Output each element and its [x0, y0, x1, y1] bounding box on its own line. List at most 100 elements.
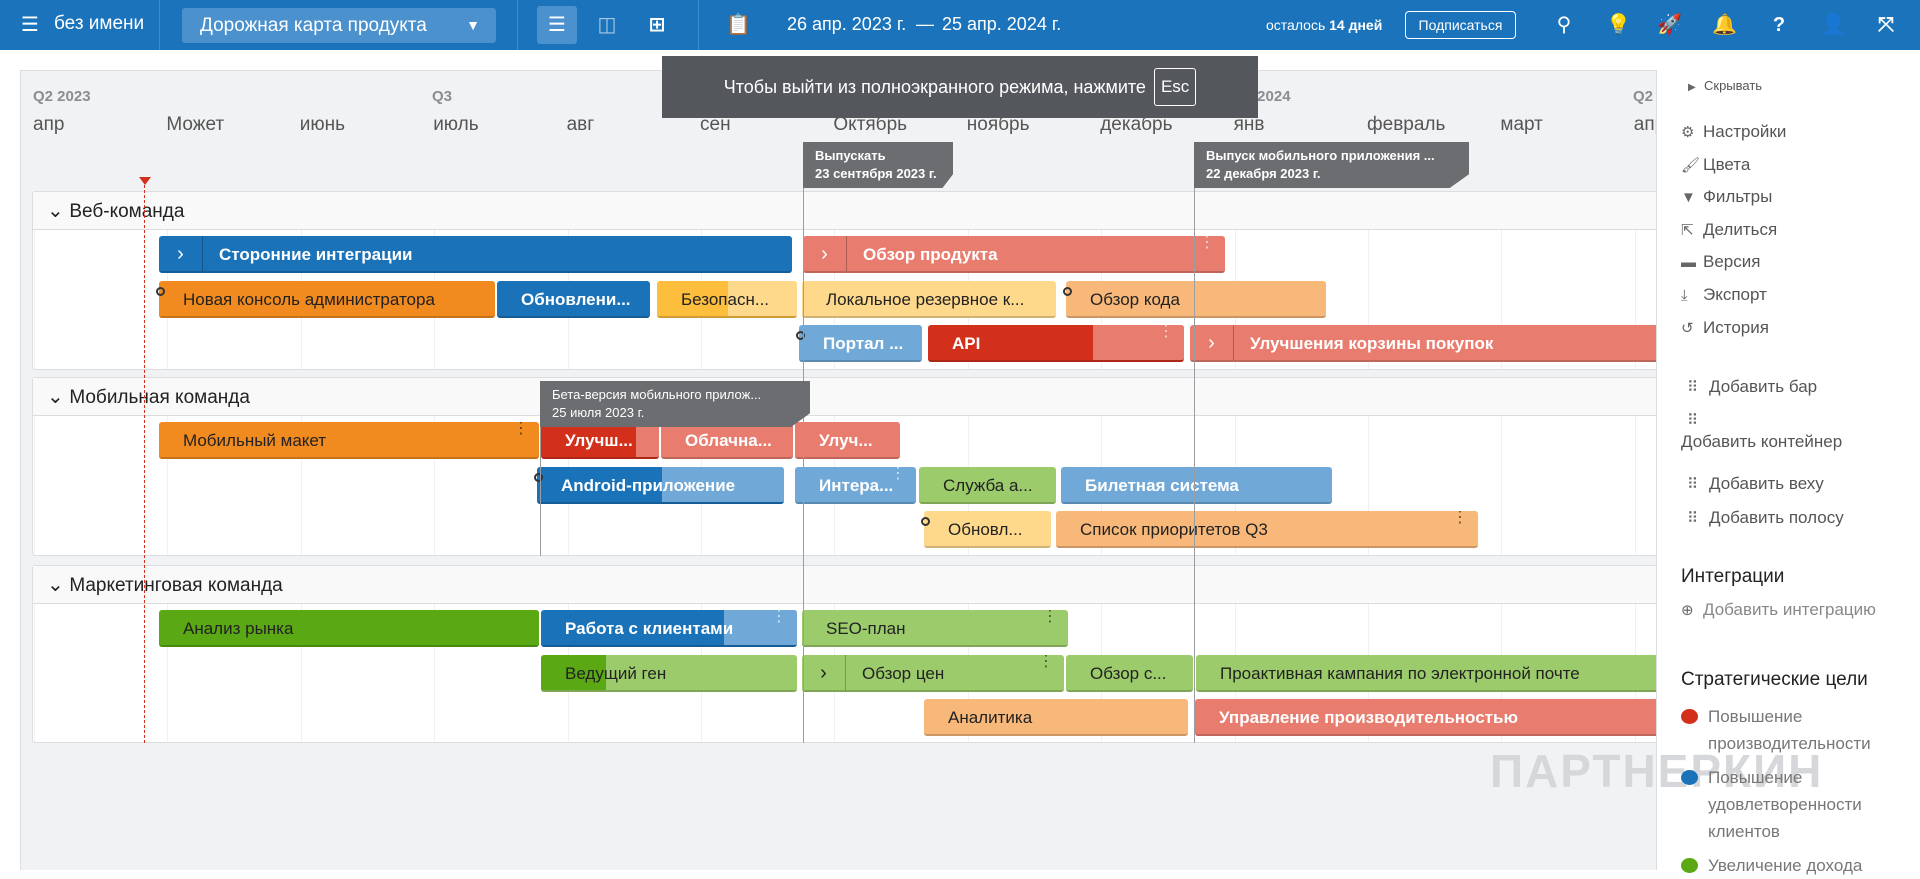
drag-handle-icon[interactable]: ⋮	[1158, 325, 1174, 340]
sidebar-item-share[interactable]: ⇱ Делиться	[1681, 220, 1777, 240]
group-header[interactable]: ⌄ Мобильная команда	[33, 378, 1656, 416]
trial-remaining: осталось 14 дней	[1266, 17, 1383, 33]
roadmap-bar[interactable]: Обзор с...	[1066, 655, 1193, 692]
add-item-label: Добавить контейнер	[1681, 432, 1843, 451]
dependency-handle-icon[interactable]	[1063, 287, 1072, 296]
strategic-goal[interactable]: Увеличение дохода	[1681, 852, 1911, 879]
sidebar-item-brush[interactable]: 🖌 Цвета	[1681, 155, 1750, 175]
sidebar-item-download[interactable]: ⤓ Экспорт	[1681, 285, 1767, 305]
drag-handle-icon[interactable]: ⋮	[1452, 511, 1468, 526]
add-item-draggable[interactable]: ⠿ Добавить контейнер	[1681, 410, 1842, 452]
goal-color-dot	[1681, 709, 1698, 724]
add-item-draggable[interactable]: ⠿ Добавить веху	[1681, 474, 1824, 494]
roadmap-bar[interactable]: SEO-план ⋮	[802, 610, 1068, 647]
bar-label: Android-приложение	[561, 476, 736, 495]
add-integration-button[interactable]: ⊕ Добавить интеграцию	[1681, 600, 1876, 620]
roadmap-bar[interactable]: Улуч...	[795, 422, 900, 459]
roadmap-bar[interactable]: Управление производительностью	[1195, 699, 1656, 736]
subscribe-button[interactable]: Подписаться	[1405, 11, 1516, 39]
roadmap-bar[interactable]: Облачна...	[661, 422, 793, 459]
bell-icon[interactable]: 🔔	[1712, 13, 1737, 37]
drag-handle-icon[interactable]: ⋮	[1199, 236, 1215, 251]
bar-label: API	[952, 334, 981, 353]
document-title[interactable]: без имени	[54, 13, 144, 35]
drag-handle-icon[interactable]: ⋮	[771, 610, 787, 625]
month-label: авг	[566, 114, 595, 135]
chevron-down-icon[interactable]: ⌄	[47, 200, 69, 222]
help-icon[interactable]: ?	[1767, 13, 1791, 37]
month-gridline	[34, 416, 35, 555]
add-item-draggable[interactable]: ⠿ Добавить бар	[1681, 377, 1817, 397]
drag-handle-icon[interactable]: ⋮	[513, 422, 529, 437]
milestone-date: 22 декабря 2023 г.	[1206, 166, 1321, 181]
bar-label: Обзор с...	[1090, 664, 1167, 683]
roadmap-bar[interactable]: › Обзор цен ⋮	[802, 655, 1064, 692]
hide-sidebar-button[interactable]: ▶ Скрывать	[1688, 78, 1762, 93]
roadmap-bar[interactable]: › Сторонние интеграции	[159, 236, 792, 273]
sidebar-item-gear[interactable]: ⚙ Настройки	[1681, 122, 1786, 142]
chevron-down-icon[interactable]: ⌄	[47, 574, 69, 596]
group-header[interactable]: ⌄ Веб-команда	[33, 192, 1656, 230]
milestone-flag[interactable]: Выпускать 23 сентября 2023 г.	[803, 142, 953, 188]
roadmap-bar[interactable]: Ведущий ген	[541, 655, 797, 692]
clipboard-icon[interactable]: 📋	[726, 13, 751, 37]
dependency-handle-icon[interactable]	[921, 517, 930, 526]
milestone-flag[interactable]: Бета-версия мобильного прилож... 25 июля …	[540, 381, 810, 427]
roadmap-bar[interactable]: Портал ...	[799, 325, 922, 362]
milestone-flag[interactable]: Выпуск мобильного приложения ... 22 декаб…	[1194, 142, 1469, 188]
menu-icon[interactable]: ☰	[18, 13, 42, 37]
roadmap-bar[interactable]: Улучш...	[541, 422, 659, 459]
sidebar-item-filter[interactable]: ▼ Фильтры	[1681, 187, 1772, 207]
roadmap-bar[interactable]: Локальное резервное к...	[802, 281, 1056, 318]
drag-handle-icon[interactable]: ⋮	[890, 467, 906, 482]
strategic-goal[interactable]: Повышение производительности	[1681, 703, 1911, 757]
dependency-handle-icon[interactable]	[156, 287, 165, 296]
roadmap-bar[interactable]: Аналитика	[924, 699, 1188, 736]
roadmap-bar[interactable]: Новая консоль администратора	[159, 281, 495, 318]
dependency-handle-icon[interactable]	[534, 473, 543, 482]
lightbulb-icon[interactable]: 💡	[1606, 13, 1631, 37]
month-gridline	[34, 604, 35, 742]
roadmap-bar[interactable]: Обзор кода	[1066, 281, 1326, 318]
view-select[interactable]: Дорожная карта продукта ▼	[182, 8, 496, 43]
sidebar-item-history[interactable]: ↺ История	[1681, 318, 1769, 338]
drag-handle-icon[interactable]: ⋮	[1038, 655, 1054, 670]
group-header[interactable]: ⌄ Маркетинговая команда	[33, 566, 1656, 604]
roadmap-bar[interactable]: › Улучшения корзины покупок	[1190, 325, 1656, 362]
chevron-down-icon[interactable]: ⌄	[47, 386, 69, 408]
roadmap-bar[interactable]: Работа с клиентами ⋮	[541, 610, 797, 647]
roadmap-bar[interactable]: Список приоритетов Q3 ⋮	[1056, 511, 1478, 548]
share-icon: ⇱	[1681, 221, 1694, 239]
roadmap-bar[interactable]: Служба а...	[919, 467, 1056, 504]
roadmap-bar[interactable]: API ⋮	[928, 325, 1184, 362]
date-start[interactable]: 26 апр. 2023 г.	[787, 14, 906, 35]
columns-view-icon[interactable]: ◫	[595, 13, 619, 37]
search-icon[interactable]: ⚲	[1552, 13, 1576, 37]
milestone-title: Выпускать	[815, 148, 886, 163]
roadmap-bar[interactable]: Интера... ⋮	[795, 467, 916, 504]
list-view-icon[interactable]: ☰	[545, 13, 569, 37]
add-item-draggable[interactable]: ⠿ Добавить полосу	[1681, 508, 1844, 528]
roadmap-bar[interactable]: Android-приложение	[537, 467, 784, 504]
roadmap-bar[interactable]: Обновл...	[924, 511, 1051, 548]
fullscreen-icon[interactable]: ⤧	[1874, 13, 1898, 37]
strategic-goal[interactable]: Повышение удовлетворенности клиентов	[1681, 764, 1911, 845]
user-icon[interactable]: 👤	[1821, 13, 1846, 37]
sidebar-item-label: Цвета	[1703, 154, 1751, 174]
grid-view-icon[interactable]: ⊞	[645, 13, 669, 37]
sidebar-item-label: Делиться	[1703, 219, 1778, 239]
sidebar-item-archive[interactable]: ▬ Версия	[1681, 252, 1760, 272]
roadmap-bar[interactable]: Проактивная кампания по электронной почт…	[1196, 655, 1656, 692]
roadmap-bar[interactable]: Обновлени...	[497, 281, 650, 318]
date-end[interactable]: 25 апр. 2024 г.	[942, 14, 1061, 35]
roadmap-bar[interactable]: › Обзор продукта ⋮	[803, 236, 1225, 273]
bar-label: SEO-план	[826, 619, 906, 638]
roadmap-bar[interactable]: Мобильный макет ⋮	[159, 422, 539, 459]
progress-remaining	[636, 422, 659, 457]
rocket-icon[interactable]: 🚀	[1657, 13, 1682, 37]
drag-handle-icon[interactable]: ⋮	[1042, 610, 1058, 625]
roadmap-bar[interactable]: Безопасн...	[657, 281, 797, 318]
roadmap-bar[interactable]: Билетная система	[1061, 467, 1332, 504]
roadmap-bar[interactable]: Анализ рынка	[159, 610, 539, 647]
date-separator: —	[916, 14, 934, 34]
